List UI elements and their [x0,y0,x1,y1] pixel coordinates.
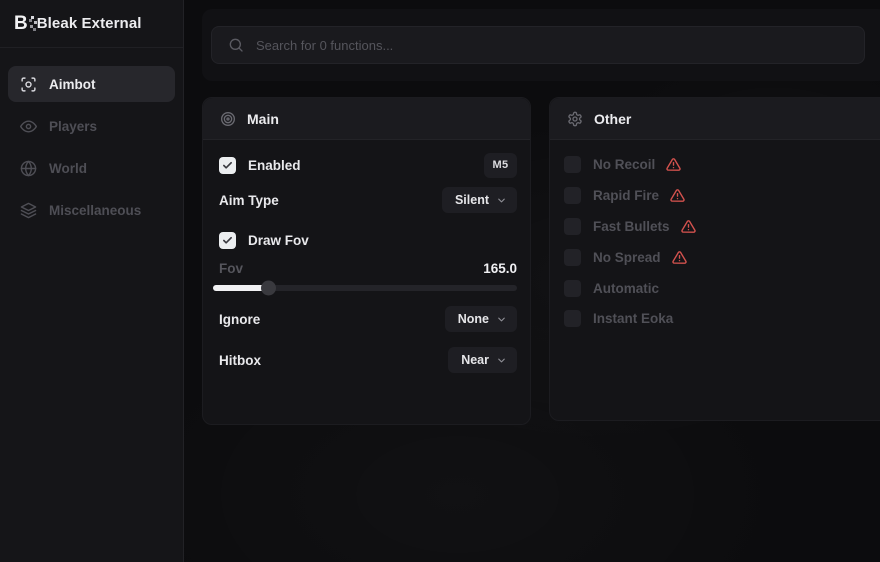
sidebar-item-players[interactable]: Players [8,108,175,144]
hitbox-value: Near [461,353,489,367]
automatic-label: Automatic [593,281,659,296]
ignore-row: Ignore None [219,306,517,332]
warning-icon [681,219,696,234]
sidebar-header: B Bleak External [0,0,183,48]
layers-icon [20,202,37,219]
toggle-row-no-spread: No Spread [564,248,874,266]
fov-slider-track[interactable] [213,285,517,291]
fov-slider-fill [213,285,268,291]
draw-fov-checkbox[interactable] [219,232,236,249]
chevron-down-icon [496,314,507,325]
toggle-row-fast-bullets: Fast Bullets [564,217,874,235]
toggle-row-rapid-fire: Rapid Fire [564,186,874,204]
toggle-row-automatic: Automatic [564,279,874,297]
sidebar-nav: Aimbot Players World Miscellaneous [0,48,183,228]
chevron-down-icon [496,355,507,366]
hitbox-dropdown[interactable]: Near [448,347,517,373]
fov-row: Fov 165.0 [219,258,517,278]
aim-type-dropdown[interactable]: Silent [442,187,517,213]
globe-icon [20,160,37,177]
ignore-value: None [458,312,489,326]
hitbox-label: Hitbox [219,353,261,368]
fov-label: Fov [219,261,243,276]
other-panel-title: Other [594,111,631,127]
keybind-button[interactable]: M5 [484,153,517,178]
other-panel: Other No Recoil Rapid Fire Fast Bullets … [549,97,880,421]
eye-icon [20,118,37,135]
instant-eoka-checkbox[interactable] [564,310,581,327]
sidebar-item-label: Miscellaneous [49,203,141,218]
no-spread-checkbox[interactable] [564,249,581,266]
aim-type-row: Aim Type Silent [219,187,517,213]
no-spread-label: No Spread [593,250,661,265]
sidebar-item-miscellaneous[interactable]: Miscellaneous [8,192,175,228]
search-input[interactable] [256,38,848,53]
no-recoil-checkbox[interactable] [564,156,581,173]
sidebar-item-label: Aimbot [49,77,96,92]
aim-type-label: Aim Type [219,193,279,208]
automatic-checkbox[interactable] [564,280,581,297]
ignore-label: Ignore [219,312,260,327]
sidebar: B Bleak External Aimbot Players World M [0,0,184,562]
crosshair-focus-icon [20,76,37,93]
fast-bullets-checkbox[interactable] [564,218,581,235]
rapid-fire-checkbox[interactable] [564,187,581,204]
sidebar-item-label: World [49,161,87,176]
sidebar-item-world[interactable]: World [8,150,175,186]
aim-type-value: Silent [455,193,489,207]
fov-slider-thumb[interactable] [261,281,276,296]
fast-bullets-label: Fast Bullets [593,219,670,234]
gear-icon [567,111,583,127]
fov-value: 165.0 [483,261,517,276]
main-panel: Main Enabled M5 Aim Type Silent Draw Fov… [202,97,531,425]
search-bar-container [202,9,880,81]
warning-icon [672,250,687,265]
rapid-fire-label: Rapid Fire [593,188,659,203]
toggle-row-instant-eoka: Instant Eoka [564,309,874,327]
draw-fov-row: Draw Fov [219,227,517,253]
ignore-dropdown[interactable]: None [445,306,517,332]
target-icon [220,111,236,127]
instant-eoka-label: Instant Eoka [593,311,673,326]
main-panel-title: Main [247,111,279,127]
warning-icon [666,157,681,172]
search-box[interactable] [211,26,865,64]
sidebar-item-aimbot[interactable]: Aimbot [8,66,175,102]
enabled-row: Enabled M5 [219,152,517,178]
no-recoil-label: No Recoil [593,157,655,172]
warning-icon [670,188,685,203]
sidebar-item-label: Players [49,119,97,134]
hitbox-row: Hitbox Near [219,347,517,373]
other-panel-header: Other [550,98,880,140]
enabled-label: Enabled [248,158,301,173]
fov-slider[interactable] [213,281,517,295]
draw-fov-label: Draw Fov [248,233,309,248]
app-title: Bleak External [37,15,142,32]
search-icon [228,37,244,53]
chevron-down-icon [496,195,507,206]
main-panel-header: Main [203,98,530,140]
toggle-row-no-recoil: No Recoil [564,155,874,173]
enabled-checkbox[interactable] [219,157,236,174]
app-logo: B [14,14,27,33]
